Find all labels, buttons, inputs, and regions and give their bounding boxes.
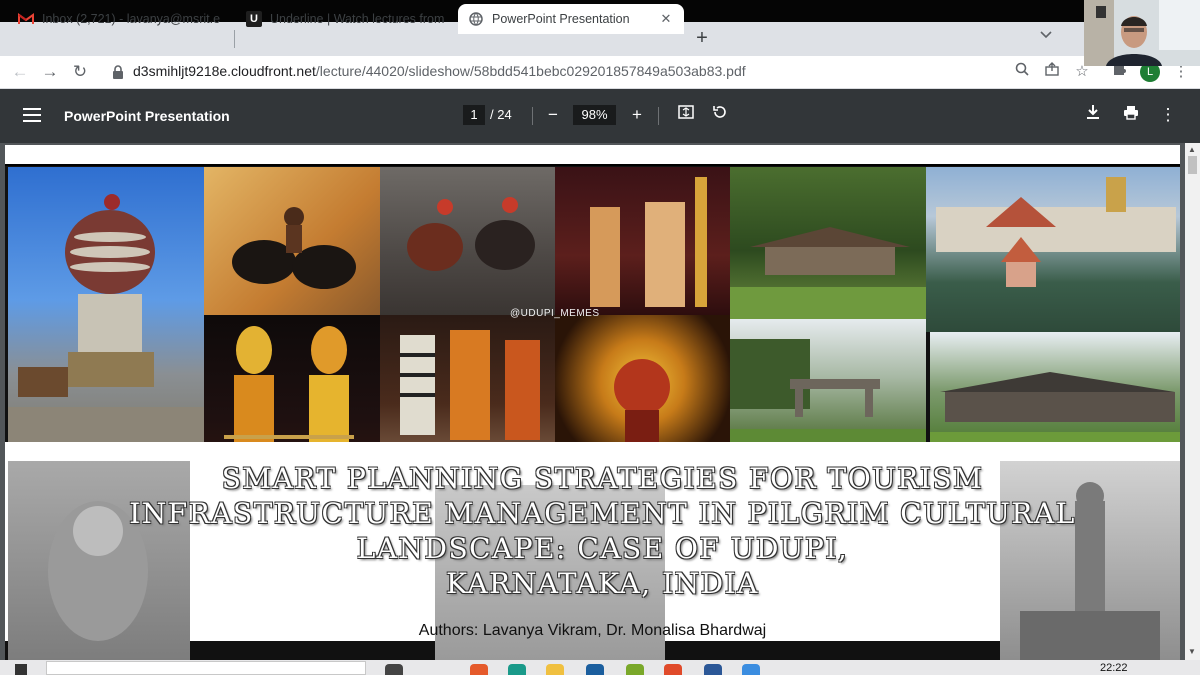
tab-title: Underline | Watch lectures from t	[270, 12, 448, 26]
slide-title-line: SMART PLANNING STRATEGIES FOR TOURISM	[221, 462, 984, 495]
tab-separator	[234, 30, 235, 48]
word-icon[interactable]	[704, 664, 722, 675]
share-icon[interactable]	[1041, 61, 1063, 83]
fit-page-icon[interactable]	[675, 104, 697, 126]
windows-start-icon[interactable]	[15, 664, 27, 675]
menu-hamburger-icon[interactable]	[23, 108, 41, 122]
webcam-video	[1084, 0, 1200, 66]
close-tab-icon[interactable]: ✕	[658, 11, 674, 27]
app-icon[interactable]	[508, 664, 526, 675]
page-total: / 24	[490, 107, 512, 122]
tab-powerpoint[interactable]: PowerPoint Presentation ✕	[458, 4, 684, 34]
zoom-magnifier-icon[interactable]	[1011, 61, 1033, 83]
taskbar-clock: 22:22	[1100, 662, 1128, 674]
tab-underline[interactable]: U Underline | Watch lectures from t	[236, 4, 458, 34]
rotate-icon[interactable]	[709, 104, 731, 126]
more-options-icon[interactable]: ⋮	[1157, 104, 1179, 126]
kambala-buffalo-race-photo	[204, 167, 380, 315]
pdf-title: PowerPoint Presentation	[64, 108, 230, 124]
dancers-photo	[555, 167, 730, 315]
photo-watermark: @UDUPI_MEMES	[510, 308, 600, 319]
url-host: d3smihljt9218e.cloudfront.net	[133, 63, 316, 79]
chrome-icon[interactable]	[664, 664, 682, 675]
tab-title: PowerPoint Presentation	[492, 12, 630, 26]
app-icon[interactable]	[742, 664, 760, 675]
slide-title: SMART PLANNING STRATEGIES FOR TOURISM IN…	[60, 461, 1145, 601]
underline-icon: U	[246, 11, 262, 27]
app-icon[interactable]	[586, 664, 604, 675]
taskbar-search-box[interactable]	[46, 661, 366, 675]
scroll-down-icon[interactable]: ▼	[1188, 647, 1196, 656]
tab-search-chevron-icon[interactable]	[1040, 28, 1052, 42]
app-icon[interactable]	[626, 664, 644, 675]
zoom-level-input[interactable]: 98%	[573, 105, 616, 125]
pdf-toolbar: PowerPoint Presentation 1 / 24 − 98% + ⋮	[0, 89, 1200, 143]
scrollbar-thumb[interactable]	[1188, 156, 1197, 174]
screen: Inbox (2,721) - lavanya@msrit.ed U Under…	[0, 0, 1200, 675]
download-icon[interactable]	[1082, 104, 1104, 126]
new-tab-button[interactable]: +	[690, 27, 714, 51]
temple-tank-photo	[926, 167, 1180, 332]
toolbar-divider	[532, 107, 533, 125]
vertical-scrollbar[interactable]: ▲ ▼	[1185, 143, 1200, 660]
page-number-input[interactable]: 1	[463, 105, 485, 125]
toolbar-divider	[658, 107, 659, 125]
slide-title-line: INFRASTRUCTURE MANAGEMENT IN PILGRIM CUL…	[129, 497, 1076, 530]
slide-authors: Authors: Lavanya Vikram, Dr. Monalisa Bh…	[418, 622, 767, 639]
tab-title: Inbox (2,721) - lavanya@msrit.ed	[42, 12, 220, 26]
folder-icon[interactable]	[546, 664, 564, 675]
slide-title-line: KARNATAKA, INDIA	[446, 567, 759, 600]
zoom-in-icon[interactable]: +	[626, 104, 648, 126]
temple-chariot-photo	[8, 167, 205, 463]
lock-icon[interactable]	[112, 65, 124, 79]
zoom-out-icon[interactable]: −	[542, 104, 564, 126]
scroll-up-icon[interactable]: ▲	[1188, 145, 1196, 154]
address-bar[interactable]: d3smihljt9218e.cloudfront.net/lecture/44…	[133, 63, 746, 79]
bhuta-kola-photo	[555, 315, 730, 463]
pdf-page: @UDUPI_MEMES SMART PLANNING STRATEGIES F…	[5, 145, 1180, 660]
reload-icon[interactable]: ↻	[69, 61, 91, 83]
back-arrow-icon[interactable]: ←	[9, 61, 31, 83]
tab-gmail[interactable]: Inbox (2,721) - lavanya@msrit.ed	[8, 4, 230, 34]
forward-arrow-icon[interactable]: →	[39, 61, 61, 83]
os-taskbar: 22:22	[0, 660, 1200, 675]
app-icon[interactable]	[470, 664, 488, 675]
url-path: /lecture/44020/slideshow/58bdd541bebc029…	[315, 63, 746, 79]
task-view-icon[interactable]	[385, 664, 403, 675]
slide-title-line: LANDSCAPE: CASE OF UDUPI,	[356, 532, 849, 565]
cockfight-photo	[380, 167, 555, 315]
tiger-dance-photo	[380, 315, 555, 463]
thatched-temple-photo	[730, 167, 926, 319]
yakshagana-photo	[204, 315, 380, 463]
gmail-icon	[18, 11, 34, 27]
globe-icon	[468, 11, 484, 27]
print-icon[interactable]	[1120, 104, 1142, 126]
